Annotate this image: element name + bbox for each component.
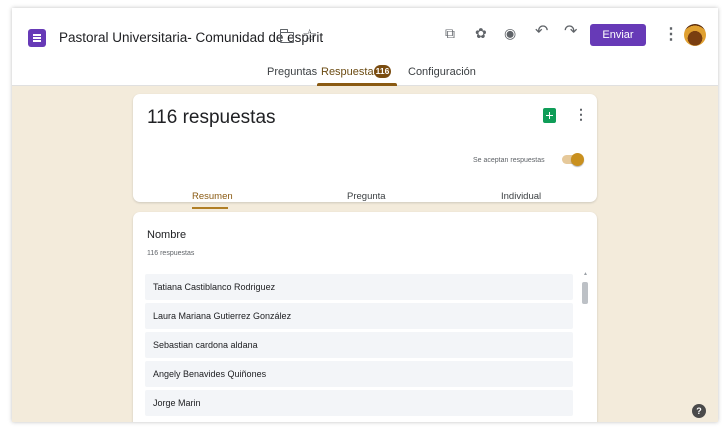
tab-preguntas[interactable]: Preguntas [267, 66, 317, 78]
addon-icon[interactable]: ⧉ [445, 26, 455, 40]
preview-icon[interactable]: ◉ [504, 26, 516, 40]
question-summary-card: Nombre 116 respuestas Tatiana Castiblanc… [133, 212, 597, 422]
question-title: Nombre [147, 229, 187, 241]
subtab-pregunta[interactable]: Pregunta [347, 191, 386, 202]
more-vert-icon[interactable]: ⋮ [574, 107, 588, 121]
star-icon[interactable]: ☆ [302, 27, 317, 44]
question-response-count: 116 respuestas [147, 250, 195, 257]
active-subtab-indicator [192, 207, 228, 209]
responses-count-badge: 116 [374, 65, 391, 78]
header: Pastoral Universitaria- Comunidad de esp… [12, 8, 718, 86]
forms-window: Pastoral Universitaria- Comunidad de esp… [12, 8, 718, 422]
toggle-knob [571, 153, 584, 166]
active-tab-indicator [317, 83, 397, 86]
palette-icon[interactable]: ✿ [475, 26, 487, 40]
undo-icon[interactable]: ↶ [535, 24, 548, 40]
list-item: Jorge Marin [145, 390, 573, 416]
redo-icon[interactable]: ↷ [564, 24, 577, 40]
tab-respuestas[interactable]: Respuestas [321, 66, 379, 78]
list-item: Tatiana Castiblanco Rodriguez [145, 274, 573, 300]
sheets-icon[interactable] [543, 108, 556, 123]
answers-scrollbar[interactable]: ▲ [581, 272, 590, 422]
accepting-responses-toggle[interactable] [562, 153, 584, 166]
answers-list: Tatiana Castiblanco Rodriguez Laura Mari… [145, 274, 573, 419]
scrollbar-thumb[interactable] [582, 282, 588, 304]
avatar[interactable] [684, 24, 706, 46]
send-button[interactable]: Enviar [590, 24, 646, 46]
accepting-responses-label: Se aceptan respuestas [473, 157, 545, 164]
subtab-resumen[interactable]: Resumen [192, 191, 233, 202]
folder-icon[interactable] [279, 29, 294, 43]
tab-configuracion[interactable]: Configuración [408, 66, 476, 78]
list-item: Laura Mariana Gutierrez González [145, 303, 573, 329]
list-item: Sebastian cardona aldana [145, 332, 573, 358]
help-icon[interactable]: ? [692, 404, 706, 418]
tab-bar: Preguntas Respuestas 116 Configuración [12, 62, 718, 86]
response-count-heading: 116 respuestas [147, 107, 276, 128]
more-vert-icon[interactable]: ⋮ [663, 27, 679, 43]
summary-card: 116 respuestas ⋮ Se aceptan respuestas R… [133, 94, 597, 209]
subtab-individual[interactable]: Individual [501, 191, 541, 202]
forms-app-icon[interactable] [28, 29, 46, 47]
list-item: Angely Benavides Quiñones [145, 361, 573, 387]
scroll-up-arrow-icon[interactable]: ▲ [583, 272, 588, 277]
